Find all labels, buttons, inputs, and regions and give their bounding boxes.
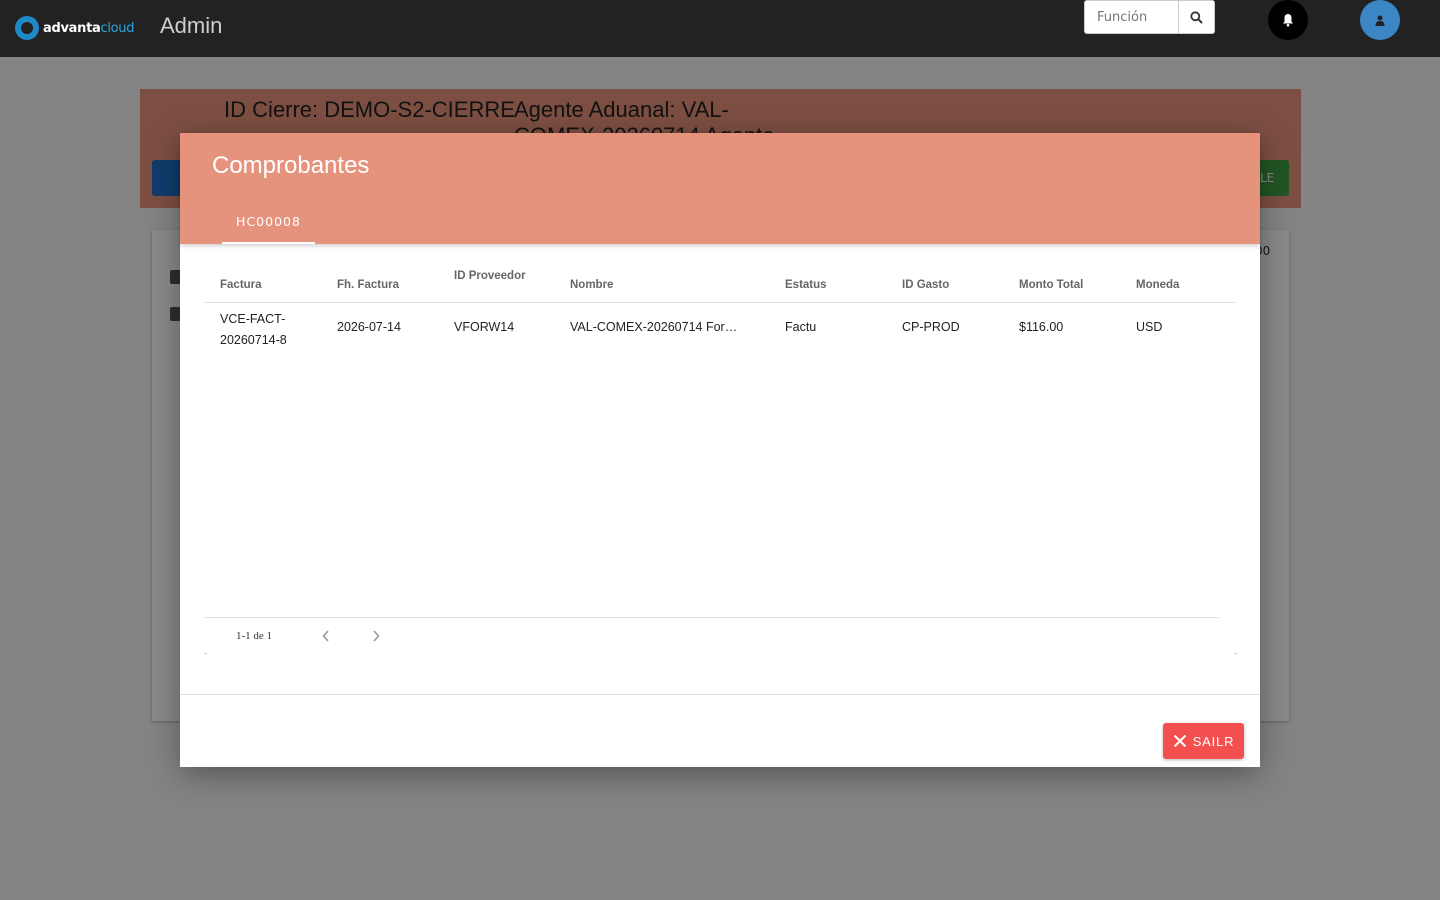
close-icon [1173,734,1186,748]
search-icon [1190,10,1203,24]
cell-nombre: VAL-COMEX-20260714 For… [570,320,738,334]
app-title: Admin [160,13,223,38]
logo-icon [15,16,39,40]
exit-button-label: SAILR [1192,733,1235,749]
exit-button[interactable]: SAILR [1163,723,1244,759]
search-button[interactable] [1178,1,1214,33]
logo[interactable]: advantacloud [15,16,134,40]
dialog-title: Comprobantes [212,152,370,179]
function-search [1084,0,1215,34]
column-header-estatus[interactable]: Estatus [785,279,827,291]
column-header-monto[interactable]: Monto Total [1019,279,1083,291]
cell-gasto: CP-PROD [902,320,960,334]
notifications-button[interactable] [1268,0,1308,40]
grid-header: Factura Fh. Factura ID Proveedor Nombre … [204,258,1236,303]
cell-moneda: USD [1136,320,1163,334]
dialog-footer-divider [180,694,1260,695]
user-icon [1375,15,1385,26]
user-menu-button[interactable] [1360,0,1400,40]
column-header-nombre[interactable]: Nombre [570,279,613,291]
next-page-button[interactable] [366,626,386,646]
grid-border-mark [204,653,207,654]
grid-border-mark [1234,653,1237,654]
column-header-fecha[interactable]: Fh. Factura [337,279,399,291]
function-search-input[interactable] [1085,1,1178,33]
chevron-right-icon [373,630,380,642]
tab-label: HC00008 [236,214,301,229]
cell-proveedor: VFORW14 [454,320,515,334]
dialog-header: Comprobantes HC00008 [180,133,1260,244]
previous-page-button[interactable] [316,626,336,646]
cell-factura: VCE-FACT-20260714-8 [220,312,287,347]
table-row[interactable]: VCE-FACT-20260714-8 2026-07-14 VFORW14 V… [204,303,1236,353]
logo-text: advantacloud [43,20,135,36]
active-tab-indicator [222,242,315,244]
column-header-proveedor[interactable]: ID Proveedor [454,270,526,282]
tab-hc00008[interactable]: HC00008 [222,207,315,244]
column-header-factura[interactable]: Factura [220,279,262,291]
chevron-left-icon [322,630,329,642]
receipts-dialog: Comprobantes HC00008 Factura Fh. Factura… [180,133,1260,767]
cell-estatus: Factu [785,320,817,334]
top-navbar: advantacloud Admin [0,0,1440,57]
bell-icon [1283,14,1293,27]
column-header-gasto[interactable]: ID Gasto [902,279,949,291]
column-header-moneda[interactable]: Moneda [1136,279,1179,291]
pagination-summary: 1-1 de 1 [236,630,273,642]
cell-fecha: 2026-07-14 [337,320,401,334]
cell-monto: $116.00 [1019,320,1064,334]
grid-footer-divider [204,617,1219,618]
